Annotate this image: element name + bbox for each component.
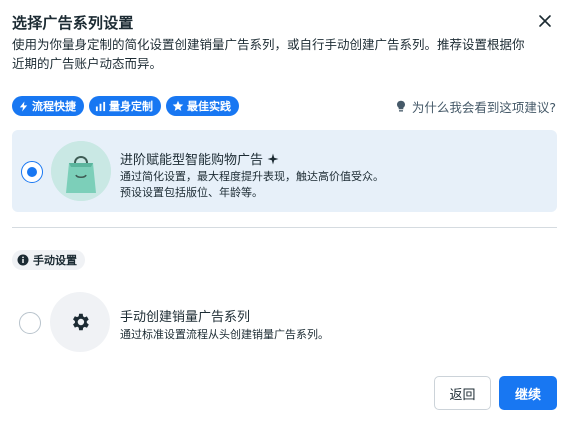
close-icon xyxy=(539,15,551,27)
star-icon xyxy=(172,100,184,111)
manual-radio[interactable] xyxy=(19,312,41,334)
why-recommendation-link[interactable]: 为什么我会看到这项建议? xyxy=(396,97,556,116)
chip-label: 量身定制 xyxy=(109,100,153,113)
section-divider xyxy=(12,227,557,228)
advantage-description: 通过简化设置，最大程度提升表现，触达高价值受众。 预设设置包括版位、年龄等。 xyxy=(120,169,384,201)
sparkle-icon xyxy=(267,153,279,164)
chip-tailored: 量身定制 xyxy=(89,96,161,116)
bar-chart-icon xyxy=(95,101,106,111)
manual-description: 通过标准设置流程从头创建销量广告系列。 xyxy=(120,328,329,341)
chip-label: 流程快捷 xyxy=(32,100,76,113)
manual-settings-text: 手动设置 xyxy=(33,254,77,267)
option-advantage-shopping[interactable]: 进阶赋能型智能购物广告 通过简化设置，最大程度提升表现，触达高价值受众。 预设设… xyxy=(12,130,557,212)
lightning-icon xyxy=(19,100,28,112)
campaign-setup-dialog: 选择广告系列设置 使用为你量身定制的简化设置创建销量广告系列，或自行手动创建广告… xyxy=(0,0,572,424)
gear-icon xyxy=(73,313,89,331)
dialog-title: 选择广告系列设置 xyxy=(12,14,134,32)
why-link-label: 为什么我会看到这项建议? xyxy=(411,100,556,115)
option-manual-campaign[interactable]: 手动创建销量广告系列 通过标准设置流程从头创建销量广告系列。 xyxy=(12,292,557,356)
advantage-title-text: 进阶赋能型智能购物广告 xyxy=(120,153,264,168)
close-button[interactable] xyxy=(536,12,554,30)
shopping-bag-image xyxy=(51,141,111,201)
dialog-description: 使用为你量身定制的简化设置创建销量广告系列，或自行手动创建广告系列。推荐设置根据… xyxy=(12,37,525,71)
advantage-title: 进阶赋能型智能购物广告 xyxy=(120,149,279,168)
manual-icon-circle xyxy=(50,292,110,352)
back-button[interactable]: 返回 xyxy=(434,376,491,410)
chip-label: 最佳实践 xyxy=(187,100,231,113)
lightbulb-icon xyxy=(396,100,405,112)
chip-best-practice: 最佳实践 xyxy=(166,96,239,116)
manual-title: 手动创建销量广告系列 xyxy=(120,310,251,325)
manual-settings-label: 手动设置 xyxy=(12,250,85,270)
continue-button[interactable]: 继续 xyxy=(499,376,557,410)
advantage-desc-line1: 通过简化设置，最大程度提升表现，触达高价值受众。 xyxy=(120,170,384,183)
info-icon xyxy=(17,254,29,266)
feature-chips: 流程快捷 量身定制 最佳实践 xyxy=(12,96,239,116)
shopping-bag-icon xyxy=(51,141,111,201)
chip-quick-flow: 流程快捷 xyxy=(12,96,84,116)
advantage-radio[interactable] xyxy=(21,161,43,183)
advantage-desc-line2: 预设设置包括版位、年龄等。 xyxy=(120,186,263,199)
